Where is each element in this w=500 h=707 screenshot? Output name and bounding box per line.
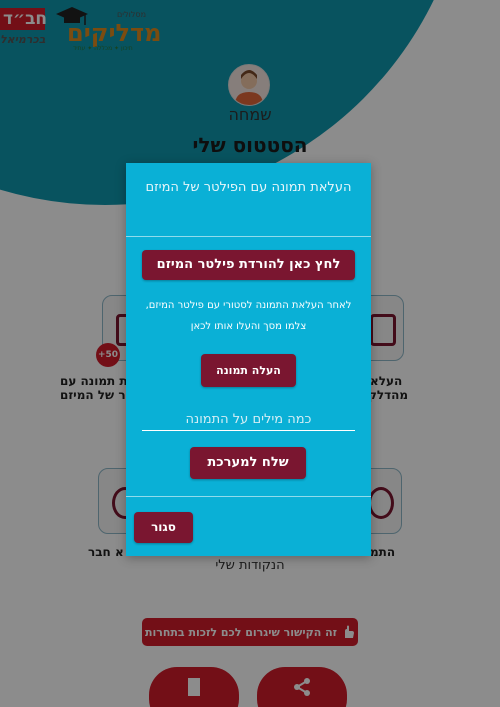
upload-photo-modal: העלאת תמונה עם הפילטר של המיזם לחץ כאן ל… (126, 163, 371, 556)
caption-input[interactable] (142, 408, 355, 431)
modal-title: העלאת תמונה עם הפילטר של המיזם (126, 163, 371, 237)
modal-divider (126, 496, 371, 497)
upload-instructions: לאחר העלאת התמונה לסטורי עם פילטר המיזם,… (144, 295, 353, 337)
close-button[interactable]: סגור (134, 512, 193, 543)
upload-photo-button[interactable]: העלה תמונה (201, 354, 296, 387)
send-to-system-button[interactable]: שלח למערכת (190, 447, 306, 479)
download-filter-button[interactable]: לחץ כאן להורדת פילטר המיזם (142, 250, 355, 280)
